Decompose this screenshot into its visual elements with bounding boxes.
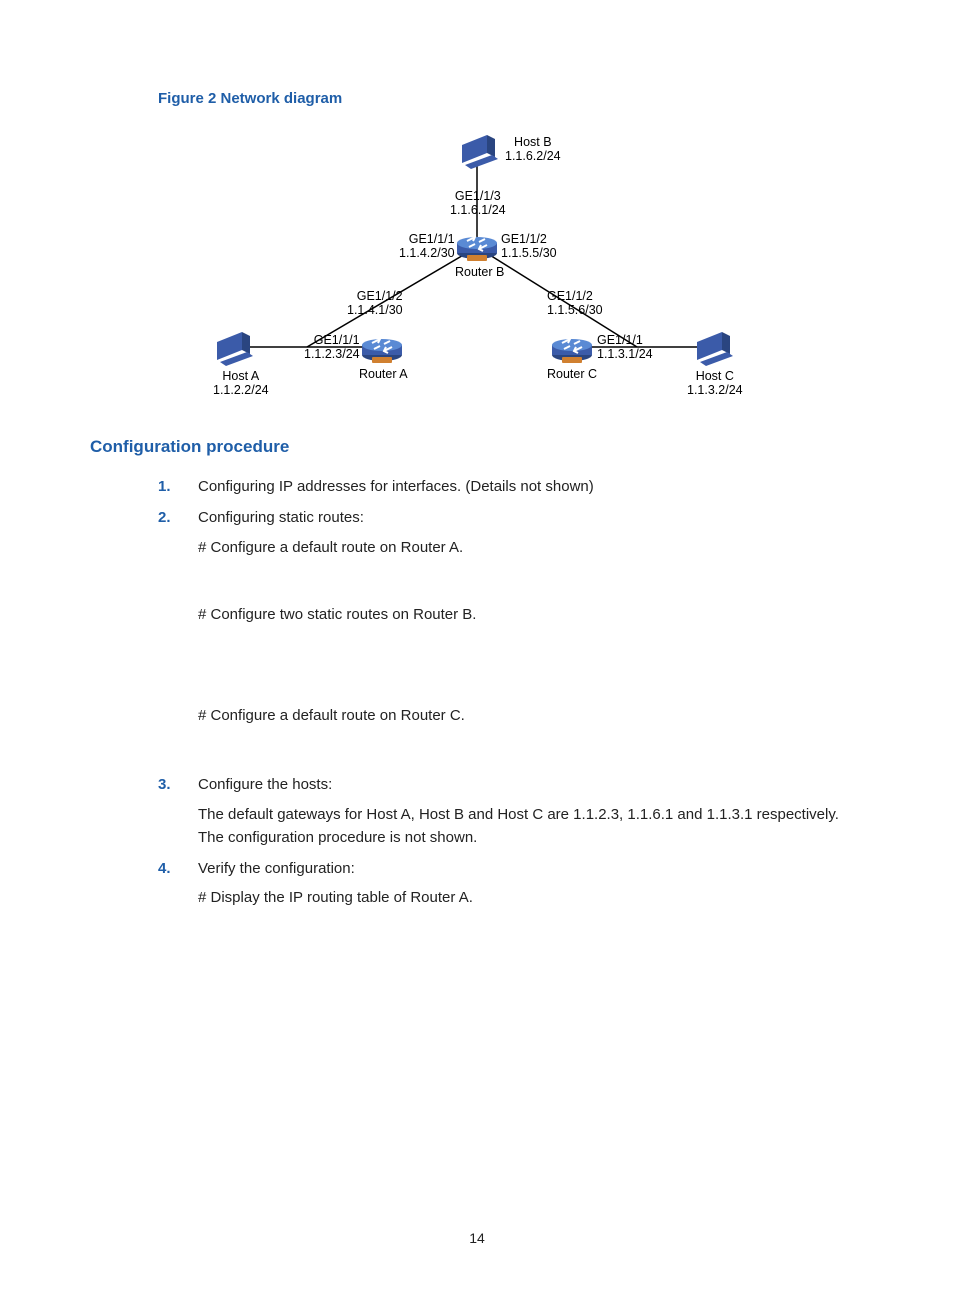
step-4-sub1: # Display the IP routing table of Router… xyxy=(198,886,864,909)
host-c-label: Host C1.1.3.2/24 xyxy=(687,369,743,397)
routerb-if-right: GE1/1/21.1.5.5/30 xyxy=(501,232,557,260)
step-1-text: Configuring IP addresses for interfaces.… xyxy=(198,478,594,495)
routerc-if-right: GE1/1/11.1.3.1/24 xyxy=(597,333,653,361)
step-4-text: Verify the configuration: xyxy=(198,860,355,877)
router-c-name: Router C xyxy=(547,367,597,381)
step-3: 3. Configure the hosts: The default gate… xyxy=(158,773,864,849)
page-number: 14 xyxy=(0,1230,954,1246)
step-2-text: Configuring static routes: xyxy=(198,509,364,526)
host-b-label: Host B1.1.6.2/24 xyxy=(505,135,561,163)
step-2-number: 2. xyxy=(158,506,171,529)
step-3-text: Configure the hosts: xyxy=(198,776,332,793)
step-4-number: 4. xyxy=(158,857,171,880)
step-3-number: 3. xyxy=(158,773,171,796)
routerc-if-up: GE1/1/21.1.5.6/30 xyxy=(547,289,603,317)
procedure-list: 1. Configuring IP addresses for interfac… xyxy=(90,475,864,910)
router-b-name: Router B xyxy=(455,265,504,279)
router-a-name: Router A xyxy=(359,367,408,381)
figure-caption: Figure 2 Network diagram xyxy=(158,90,864,107)
step-2-sub1: # Configure a default route on Router A. xyxy=(198,536,864,559)
step-2-sub3: # Configure a default route on Router C. xyxy=(198,704,864,727)
step-1-number: 1. xyxy=(158,475,171,498)
routera-if-up: GE1/1/21.1.4.1/30 xyxy=(347,289,403,317)
step-1: 1. Configuring IP addresses for interfac… xyxy=(158,475,864,498)
routerb-if-top: GE1/1/31.1.6.1/24 xyxy=(450,189,506,217)
step-2-sub2: # Configure two static routes on Router … xyxy=(198,603,864,626)
step-2: 2. Configuring static routes: # Configur… xyxy=(158,506,864,765)
host-a-label: Host A1.1.2.2/24 xyxy=(213,369,269,397)
step-3-sub1: The default gateways for Host A, Host B … xyxy=(198,803,864,850)
routerb-if-left: GE1/1/11.1.4.2/30 xyxy=(399,232,455,260)
step-4: 4. Verify the configuration: # Display t… xyxy=(158,857,864,910)
network-diagram: Host B1.1.6.2/24 GE1/1/31.1.6.1/24 GE1/1… xyxy=(207,117,747,407)
routera-if-left: GE1/1/11.1.2.3/24 xyxy=(304,333,360,361)
section-heading: Configuration procedure xyxy=(90,437,864,457)
